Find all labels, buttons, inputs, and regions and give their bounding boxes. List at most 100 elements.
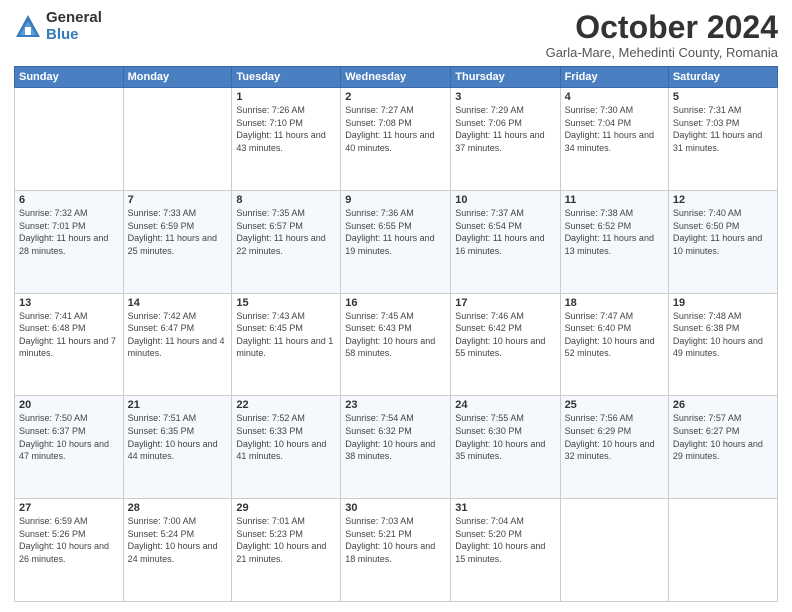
day-info: Sunrise: 7:56 AMSunset: 6:29 PMDaylight:… <box>565 412 664 462</box>
day-info: Sunrise: 7:43 AMSunset: 6:45 PMDaylight:… <box>236 310 336 360</box>
day-number: 7 <box>128 194 228 206</box>
calendar-cell: 6Sunrise: 7:32 AMSunset: 7:01 PMDaylight… <box>15 190 124 293</box>
day-info: Sunrise: 7:03 AMSunset: 5:21 PMDaylight:… <box>345 515 446 565</box>
day-number: 6 <box>19 194 119 206</box>
day-number: 23 <box>345 399 446 411</box>
calendar-cell <box>560 499 668 602</box>
calendar-cell: 13Sunrise: 7:41 AMSunset: 6:48 PMDayligh… <box>15 293 124 396</box>
title-block: October 2024 Garla-Mare, Mehedinti Count… <box>546 10 778 60</box>
day-info: Sunrise: 7:50 AMSunset: 6:37 PMDaylight:… <box>19 412 119 462</box>
calendar-cell: 24Sunrise: 7:55 AMSunset: 6:30 PMDayligh… <box>451 396 560 499</box>
calendar-cell: 2Sunrise: 7:27 AMSunset: 7:08 PMDaylight… <box>341 88 451 191</box>
day-info: Sunrise: 7:38 AMSunset: 6:52 PMDaylight:… <box>565 207 664 257</box>
day-number: 8 <box>236 194 336 206</box>
header: General Blue October 2024 Garla-Mare, Me… <box>14 10 778 60</box>
month-title: October 2024 <box>546 10 778 45</box>
day-number: 1 <box>236 91 336 103</box>
calendar-cell: 16Sunrise: 7:45 AMSunset: 6:43 PMDayligh… <box>341 293 451 396</box>
day-info: Sunrise: 7:41 AMSunset: 6:48 PMDaylight:… <box>19 310 119 360</box>
day-info: Sunrise: 6:59 AMSunset: 5:26 PMDaylight:… <box>19 515 119 565</box>
calendar-cell: 27Sunrise: 6:59 AMSunset: 5:26 PMDayligh… <box>15 499 124 602</box>
calendar-cell: 10Sunrise: 7:37 AMSunset: 6:54 PMDayligh… <box>451 190 560 293</box>
day-info: Sunrise: 7:42 AMSunset: 6:47 PMDaylight:… <box>128 310 228 360</box>
calendar-cell: 25Sunrise: 7:56 AMSunset: 6:29 PMDayligh… <box>560 396 668 499</box>
calendar-cell: 18Sunrise: 7:47 AMSunset: 6:40 PMDayligh… <box>560 293 668 396</box>
weekday-header-tuesday: Tuesday <box>232 67 341 88</box>
day-number: 22 <box>236 399 336 411</box>
day-info: Sunrise: 7:33 AMSunset: 6:59 PMDaylight:… <box>128 207 228 257</box>
day-number: 19 <box>673 297 773 309</box>
day-number: 24 <box>455 399 555 411</box>
weekday-header-sunday: Sunday <box>15 67 124 88</box>
day-info: Sunrise: 7:52 AMSunset: 6:33 PMDaylight:… <box>236 412 336 462</box>
day-number: 11 <box>565 194 664 206</box>
day-info: Sunrise: 7:35 AMSunset: 6:57 PMDaylight:… <box>236 207 336 257</box>
calendar-cell: 7Sunrise: 7:33 AMSunset: 6:59 PMDaylight… <box>123 190 232 293</box>
day-number: 20 <box>19 399 119 411</box>
day-number: 31 <box>455 502 555 514</box>
day-info: Sunrise: 7:37 AMSunset: 6:54 PMDaylight:… <box>455 207 555 257</box>
weekday-header-wednesday: Wednesday <box>341 67 451 88</box>
weekday-header-thursday: Thursday <box>451 67 560 88</box>
logo-text: General Blue <box>46 10 102 43</box>
calendar-cell <box>123 88 232 191</box>
day-number: 28 <box>128 502 228 514</box>
day-info: Sunrise: 7:04 AMSunset: 5:20 PMDaylight:… <box>455 515 555 565</box>
day-number: 3 <box>455 91 555 103</box>
calendar-cell: 28Sunrise: 7:00 AMSunset: 5:24 PMDayligh… <box>123 499 232 602</box>
day-info: Sunrise: 7:40 AMSunset: 6:50 PMDaylight:… <box>673 207 773 257</box>
calendar-cell: 22Sunrise: 7:52 AMSunset: 6:33 PMDayligh… <box>232 396 341 499</box>
day-number: 14 <box>128 297 228 309</box>
weekday-header-friday: Friday <box>560 67 668 88</box>
calendar-cell: 15Sunrise: 7:43 AMSunset: 6:45 PMDayligh… <box>232 293 341 396</box>
day-info: Sunrise: 7:55 AMSunset: 6:30 PMDaylight:… <box>455 412 555 462</box>
logo: General Blue <box>14 10 102 43</box>
day-info: Sunrise: 7:27 AMSunset: 7:08 PMDaylight:… <box>345 104 446 154</box>
calendar-cell: 1Sunrise: 7:26 AMSunset: 7:10 PMDaylight… <box>232 88 341 191</box>
calendar-week-2: 6Sunrise: 7:32 AMSunset: 7:01 PMDaylight… <box>15 190 778 293</box>
calendar-cell: 8Sunrise: 7:35 AMSunset: 6:57 PMDaylight… <box>232 190 341 293</box>
day-info: Sunrise: 7:57 AMSunset: 6:27 PMDaylight:… <box>673 412 773 462</box>
day-number: 17 <box>455 297 555 309</box>
day-number: 16 <box>345 297 446 309</box>
calendar-cell <box>15 88 124 191</box>
calendar-week-3: 13Sunrise: 7:41 AMSunset: 6:48 PMDayligh… <box>15 293 778 396</box>
logo-blue-label: Blue <box>46 27 102 44</box>
calendar-cell: 4Sunrise: 7:30 AMSunset: 7:04 PMDaylight… <box>560 88 668 191</box>
day-number: 13 <box>19 297 119 309</box>
day-info: Sunrise: 7:26 AMSunset: 7:10 PMDaylight:… <box>236 104 336 154</box>
day-number: 4 <box>565 91 664 103</box>
day-info: Sunrise: 7:54 AMSunset: 6:32 PMDaylight:… <box>345 412 446 462</box>
day-number: 15 <box>236 297 336 309</box>
calendar-cell: 5Sunrise: 7:31 AMSunset: 7:03 PMDaylight… <box>668 88 777 191</box>
weekday-header-saturday: Saturday <box>668 67 777 88</box>
day-info: Sunrise: 7:31 AMSunset: 7:03 PMDaylight:… <box>673 104 773 154</box>
day-number: 18 <box>565 297 664 309</box>
calendar-table: SundayMondayTuesdayWednesdayThursdayFrid… <box>14 66 778 602</box>
day-number: 12 <box>673 194 773 206</box>
day-info: Sunrise: 7:45 AMSunset: 6:43 PMDaylight:… <box>345 310 446 360</box>
calendar-cell: 23Sunrise: 7:54 AMSunset: 6:32 PMDayligh… <box>341 396 451 499</box>
day-number: 27 <box>19 502 119 514</box>
calendar-cell: 31Sunrise: 7:04 AMSunset: 5:20 PMDayligh… <box>451 499 560 602</box>
calendar-cell <box>668 499 777 602</box>
logo-general-label: General <box>46 10 102 27</box>
weekday-header-monday: Monday <box>123 67 232 88</box>
calendar-cell: 17Sunrise: 7:46 AMSunset: 6:42 PMDayligh… <box>451 293 560 396</box>
page: General Blue October 2024 Garla-Mare, Me… <box>0 0 792 612</box>
logo-icon <box>14 13 42 41</box>
day-info: Sunrise: 7:47 AMSunset: 6:40 PMDaylight:… <box>565 310 664 360</box>
calendar-week-1: 1Sunrise: 7:26 AMSunset: 7:10 PMDaylight… <box>15 88 778 191</box>
calendar-cell: 30Sunrise: 7:03 AMSunset: 5:21 PMDayligh… <box>341 499 451 602</box>
calendar-cell: 26Sunrise: 7:57 AMSunset: 6:27 PMDayligh… <box>668 396 777 499</box>
day-info: Sunrise: 7:32 AMSunset: 7:01 PMDaylight:… <box>19 207 119 257</box>
day-info: Sunrise: 7:46 AMSunset: 6:42 PMDaylight:… <box>455 310 555 360</box>
calendar-week-5: 27Sunrise: 6:59 AMSunset: 5:26 PMDayligh… <box>15 499 778 602</box>
day-number: 25 <box>565 399 664 411</box>
calendar-cell: 19Sunrise: 7:48 AMSunset: 6:38 PMDayligh… <box>668 293 777 396</box>
day-info: Sunrise: 7:30 AMSunset: 7:04 PMDaylight:… <box>565 104 664 154</box>
day-number: 29 <box>236 502 336 514</box>
day-number: 21 <box>128 399 228 411</box>
calendar-cell: 29Sunrise: 7:01 AMSunset: 5:23 PMDayligh… <box>232 499 341 602</box>
calendar-cell: 12Sunrise: 7:40 AMSunset: 6:50 PMDayligh… <box>668 190 777 293</box>
